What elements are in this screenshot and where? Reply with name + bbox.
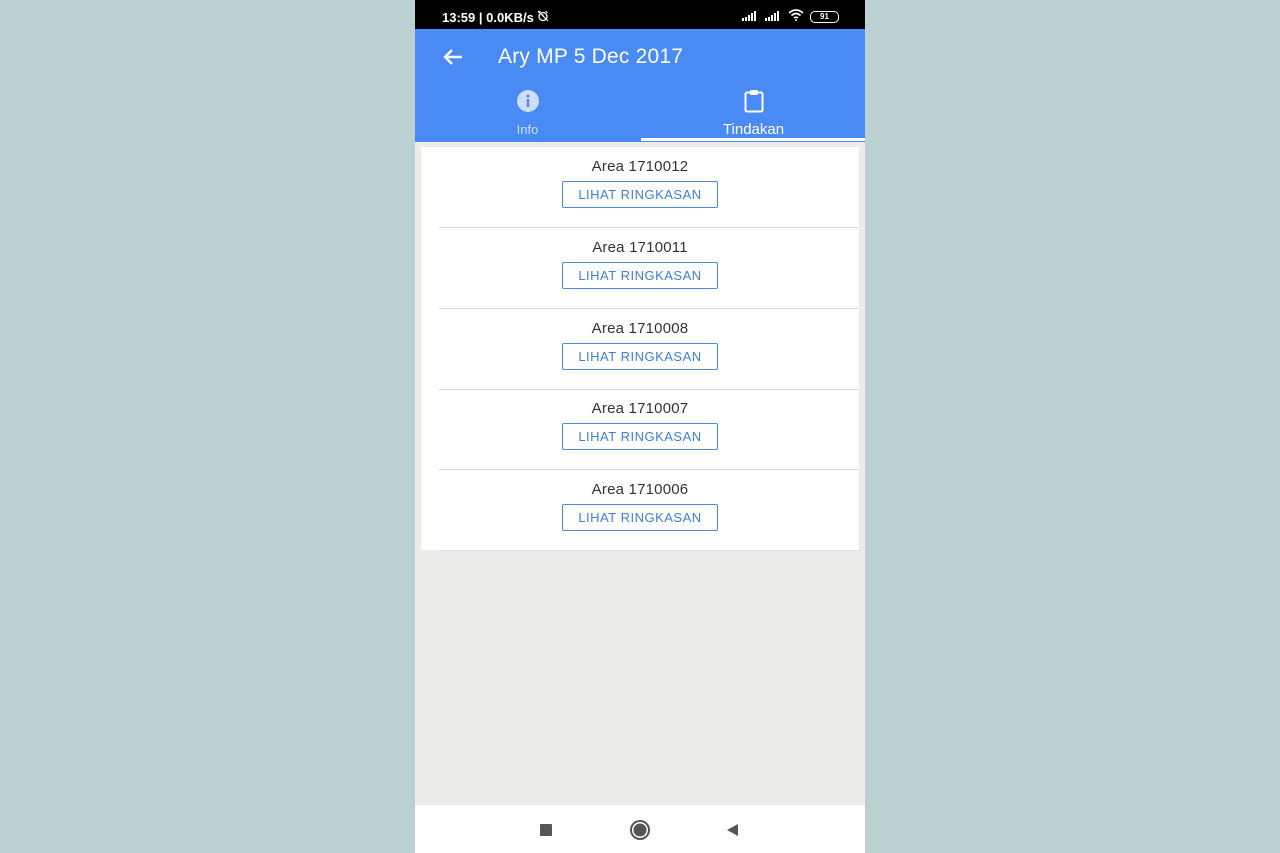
tab-info-label: Info — [516, 122, 539, 137]
lihat-ringkasan-button[interactable]: LIHAT RINGKASAN — [562, 181, 718, 208]
area-label: Area 1710012 — [591, 158, 689, 175]
signal-icon — [742, 9, 759, 24]
list-item: Area 1710011 LIHAT RINGKASAN — [439, 228, 859, 309]
lihat-ringkasan-button[interactable]: LIHAT RINGKASAN — [562, 262, 718, 289]
divider — [439, 550, 859, 551]
circle-icon — [630, 820, 650, 840]
lihat-ringkasan-button[interactable]: LIHAT RINGKASAN — [562, 504, 718, 531]
tab-tindakan-label: Tindakan — [722, 121, 785, 138]
app-bar: Ary MP 5 Dec 2017 Info Tindakan — [415, 29, 865, 142]
wifi-icon — [788, 9, 804, 24]
clipboard-icon — [742, 89, 766, 118]
square-icon — [540, 824, 552, 836]
nav-back-button[interactable] — [720, 818, 744, 842]
list-item: Area 1710007 LIHAT RINGKASAN — [439, 389, 859, 470]
lihat-ringkasan-button[interactable]: LIHAT RINGKASAN — [562, 343, 718, 370]
system-nav-bar — [415, 805, 865, 853]
list-item: Area 1710008 LIHAT RINGKASAN — [439, 309, 859, 390]
arrow-left-icon — [443, 49, 462, 65]
status-left: 13:59 | 0.0KB/s — [442, 10, 549, 25]
status-right: 91 — [742, 9, 839, 24]
back-button[interactable] — [439, 43, 467, 71]
home-button[interactable] — [628, 818, 652, 842]
tab-indicator — [641, 138, 865, 141]
triangle-back-icon — [727, 824, 738, 836]
battery-level: 91 — [820, 11, 829, 21]
area-label: Area 1710011 — [592, 239, 688, 256]
tab-info[interactable]: Info — [415, 89, 640, 139]
area-list-card: Area 1710012 LIHAT RINGKASAN Area 171001… — [421, 147, 859, 551]
alarm-off-icon — [537, 10, 549, 25]
area-label: Area 1710007 — [591, 400, 689, 417]
info-icon — [516, 89, 540, 118]
signal-icon — [765, 9, 782, 24]
list-item: Area 1710012 LIHAT RINGKASAN — [439, 147, 859, 228]
recents-button[interactable] — [534, 818, 558, 842]
status-time-speed: 13:59 | 0.0KB/s — [442, 10, 534, 25]
battery-icon: 91 — [810, 10, 839, 23]
area-label: Area 1710008 — [591, 320, 689, 337]
lihat-ringkasan-button[interactable]: LIHAT RINGKASAN — [562, 423, 718, 450]
list-item: Area 1710006 LIHAT RINGKASAN — [439, 470, 859, 551]
status-bar: 13:59 | 0.0KB/s 91 — [415, 0, 865, 29]
phone-screen: 13:59 | 0.0KB/s 91 Ary MP 5 Dec 2017 Inf… — [415, 0, 865, 853]
area-label: Area 1710006 — [591, 481, 689, 498]
tab-tindakan[interactable]: Tindakan — [641, 89, 865, 139]
page-title: Ary MP 5 Dec 2017 — [498, 45, 684, 68]
